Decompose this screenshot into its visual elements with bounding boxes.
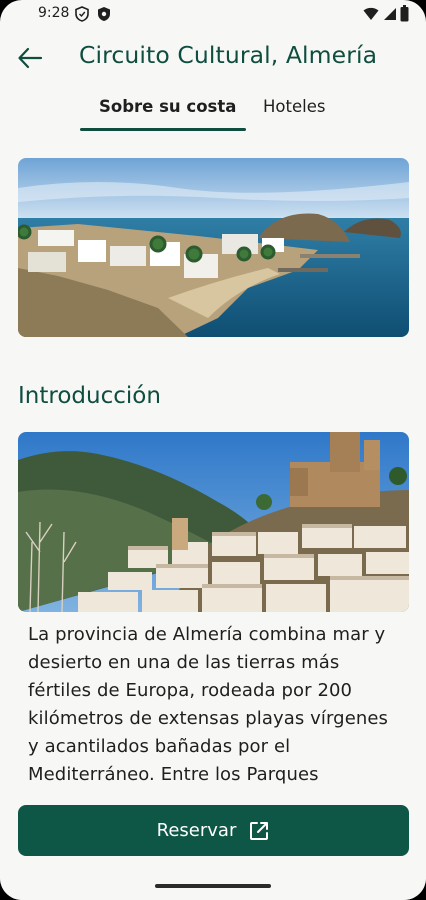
signal-icon <box>384 8 396 20</box>
tab-indicator <box>80 128 246 131</box>
reserve-button[interactable]: Reservar <box>18 805 409 856</box>
open-in-new-icon <box>250 821 269 840</box>
wifi-icon <box>363 7 379 20</box>
tab-hoteles[interactable]: Hoteles <box>263 97 325 116</box>
page-title: Circuito Cultural, Almería <box>79 41 378 69</box>
intro-heading: Introducción <box>18 383 161 409</box>
tab-bar: Sobre su costa Hoteles <box>0 92 426 132</box>
shield-icon <box>75 6 89 22</box>
arrow-back-icon <box>18 47 43 69</box>
app-screen: 9:28 Circuito Cultural, Almería Sobre su… <box>0 0 426 900</box>
status-bar: 9:28 <box>0 0 426 28</box>
back-button[interactable] <box>14 42 46 74</box>
intro-image <box>18 432 409 612</box>
battery-icon <box>400 5 409 22</box>
tab-sobre-su-costa[interactable]: Sobre su costa <box>99 97 236 116</box>
privacy-shield-icon <box>98 7 110 21</box>
hero-image <box>18 158 409 337</box>
reserve-button-label: Reservar <box>156 820 237 841</box>
status-time: 9:28 <box>38 5 70 21</box>
intro-text: La provincia de Almería combina mar y de… <box>28 624 389 785</box>
home-indicator[interactable] <box>155 884 271 888</box>
